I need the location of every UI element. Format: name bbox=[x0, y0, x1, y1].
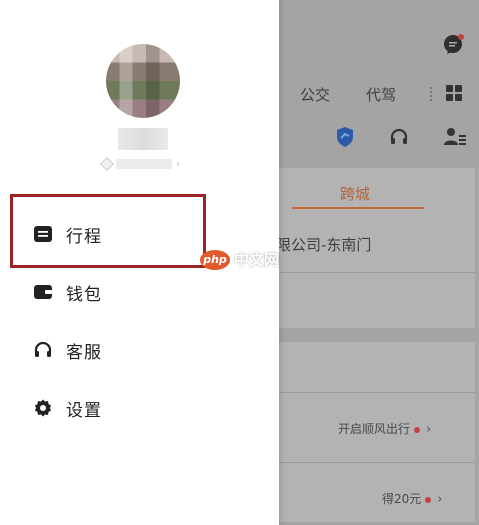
menu-item-settings[interactable]: 设置 bbox=[34, 393, 194, 423]
shunfeng-text: 开启顺风出行 bbox=[338, 422, 411, 436]
user-list-icon[interactable] bbox=[443, 127, 467, 151]
watermark-text: 中文网 bbox=[234, 251, 280, 269]
tab-intercity[interactable]: 跨城 bbox=[340, 183, 370, 204]
chevron-right-icon: › bbox=[426, 422, 432, 437]
grid-icon[interactable] bbox=[446, 85, 462, 105]
notification-dot-icon bbox=[425, 496, 432, 503]
menu-item-label: 客服 bbox=[66, 342, 102, 363]
menu-item-wallet[interactable]: 钱包 bbox=[34, 277, 194, 307]
tab-separator bbox=[430, 87, 432, 101]
watermark: php 中文网 bbox=[200, 249, 279, 270]
username-blurred bbox=[118, 128, 168, 150]
wallet-icon bbox=[34, 283, 52, 301]
promo-divider bbox=[278, 392, 475, 393]
avatar[interactable] bbox=[106, 44, 180, 118]
notification-dot-icon bbox=[414, 426, 421, 433]
headset-icon bbox=[34, 341, 52, 359]
reward-text: 得20元 bbox=[382, 492, 422, 506]
diamond-icon bbox=[99, 156, 115, 172]
headset-icon[interactable] bbox=[389, 127, 409, 151]
menu-item-support[interactable]: 客服 bbox=[34, 335, 194, 365]
chevron-right-icon: › bbox=[176, 158, 180, 170]
card-divider bbox=[278, 272, 475, 273]
active-tab-underline bbox=[292, 207, 424, 209]
menu-item-label: 设置 bbox=[66, 400, 102, 421]
watermark-logo: php bbox=[200, 249, 230, 270]
chat-bubble-icon[interactable] bbox=[443, 33, 465, 59]
level-blur-bar bbox=[116, 159, 172, 169]
promo-divider-2 bbox=[278, 462, 475, 463]
menu-item-label: 钱包 bbox=[66, 284, 102, 305]
shunfeng-row[interactable]: 开启顺风出行 › bbox=[338, 420, 431, 437]
reward-row[interactable]: 得20元 › bbox=[382, 490, 442, 507]
gear-icon bbox=[34, 399, 52, 417]
user-level-blurred[interactable]: › bbox=[99, 156, 180, 172]
highlight-box bbox=[10, 194, 206, 268]
tab-bus[interactable]: 公交 bbox=[300, 84, 330, 105]
shield-icon[interactable] bbox=[335, 126, 355, 152]
destination-text[interactable]: 限公司-东南门 bbox=[276, 234, 371, 255]
chevron-right-icon: › bbox=[437, 492, 443, 507]
tab-designated-driver[interactable]: 代驾 bbox=[366, 84, 396, 105]
